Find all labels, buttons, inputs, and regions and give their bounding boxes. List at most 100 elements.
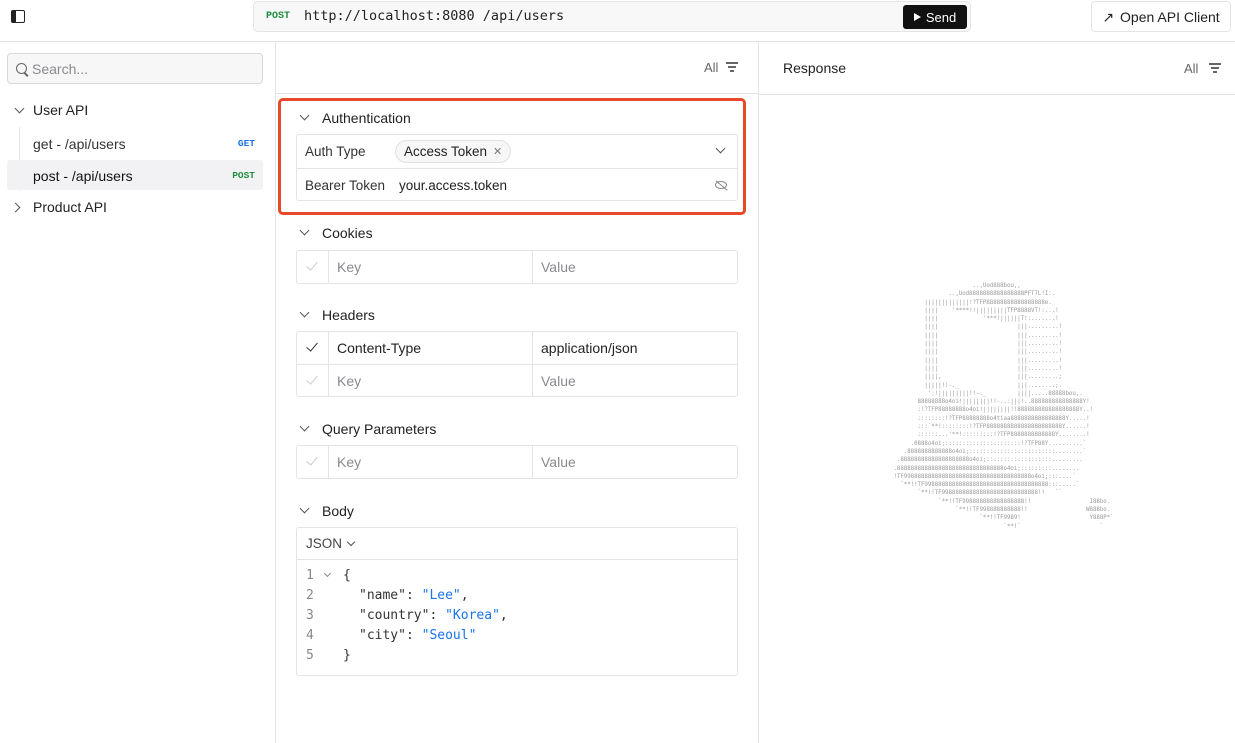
close-icon[interactable]: ✕ [493, 145, 502, 158]
chevron-down-icon [346, 537, 356, 547]
chevron-down-icon [299, 225, 310, 236]
sidebar-item-post-users[interactable]: post - /api/users POST [7, 160, 263, 190]
search-box[interactable] [7, 53, 263, 84]
sidebar-item-label: get - /api/users [33, 136, 126, 152]
bearer-token-input[interactable]: your.access.token [399, 178, 507, 193]
check-icon [306, 339, 318, 352]
row-enable-checkbox[interactable] [297, 251, 329, 283]
row-enable-checkbox[interactable] [297, 446, 329, 478]
sidebar-group-product-api[interactable]: Product API [0, 192, 276, 222]
json-punct: , [499, 608, 508, 623]
section-title: Authentication [322, 110, 411, 126]
json-key: "name" [359, 588, 406, 603]
body-toolbar: JSON [297, 528, 737, 560]
section-title: Query Parameters [322, 421, 437, 437]
key-input[interactable]: Key [337, 373, 361, 389]
response-panel: Response All ..,Uod888bou,, ..,Uod888888… [759, 42, 1235, 743]
json-punct: , [460, 588, 469, 603]
json-string: "Lee" [421, 588, 461, 603]
sidebar-toggle-icon[interactable] [11, 10, 25, 23]
auth-type-value: Access Token [404, 144, 488, 159]
column-divider [532, 365, 533, 396]
code-editor[interactable]: 1 { 2 "name": "Lee", 3 "country": "Korea… [297, 568, 737, 668]
value-input[interactable]: Value [541, 259, 576, 275]
method-badge-post: POST [232, 170, 255, 181]
line-number: 2 [306, 588, 314, 603]
search-icon [16, 63, 27, 74]
authentication-table: Auth Type Access Token ✕ Bearer Token yo… [296, 134, 738, 201]
open-api-client-button[interactable]: ↗ Open API Client [1091, 1, 1231, 32]
response-title: Response [783, 60, 847, 76]
sidebar-group-label: User API [33, 102, 89, 118]
table-row: Content-Type application/json [297, 332, 737, 364]
value-input[interactable]: Value [541, 373, 576, 389]
open-api-client-label: Open API Client [1120, 8, 1220, 25]
request-filter-row: All [276, 42, 759, 94]
sidebar-item-label: post - /api/users [33, 168, 133, 184]
value-input[interactable]: application/json [541, 340, 638, 356]
column-divider [532, 446, 533, 478]
external-arrow-icon: ↗ [1102, 8, 1115, 25]
code-text: "name": "Lee", [359, 588, 469, 603]
response-header: Response All [759, 42, 1235, 95]
code-text: "country": "Korea", [359, 608, 508, 623]
line-number: 4 [306, 628, 314, 643]
send-button[interactable]: Send [903, 5, 967, 29]
request-filter-label[interactable]: All [704, 60, 718, 75]
body-editor[interactable]: JSON 1 { 2 "name": "Lee", 3 "country": "… [296, 527, 738, 676]
check-icon [306, 258, 318, 271]
check-icon [306, 453, 318, 466]
url-input[interactable]: http://localhost:8080 /api/users [304, 8, 564, 24]
key-input[interactable]: Key [337, 454, 361, 470]
table-row: Key Value [297, 251, 737, 283]
code-line: 1 { [297, 568, 737, 588]
sidebar-group-label: Product API [33, 199, 107, 215]
top-bar: POST http://localhost:8080 /api/users Se… [0, 0, 1235, 42]
sidebar-group-user-api[interactable]: User API [0, 95, 276, 125]
section-title: Headers [322, 307, 375, 323]
column-divider [532, 332, 533, 364]
auth-type-chip[interactable]: Access Token ✕ [395, 140, 512, 163]
filter-icon[interactable] [1209, 63, 1221, 73]
search-input[interactable] [32, 59, 252, 79]
request-method[interactable]: POST [266, 11, 290, 22]
filter-icon[interactable] [726, 62, 738, 72]
chevron-down-icon [14, 103, 25, 114]
row-enable-checkbox[interactable] [297, 365, 329, 396]
line-number: 1 [306, 568, 314, 583]
request-panel: All Authentication Auth Type Access Toke… [276, 42, 759, 743]
response-filter-label[interactable]: All [1184, 61, 1198, 76]
auth-type-label: Auth Type [305, 144, 366, 159]
headers-table: Content-Type application/json Key Value [296, 331, 738, 397]
chevron-down-icon [299, 503, 310, 514]
table-row: Key Value [297, 446, 737, 478]
row-enable-checkbox[interactable] [297, 332, 329, 364]
send-button-label: Send [925, 9, 957, 25]
query-parameters-table: Key Value [296, 445, 738, 479]
key-input[interactable]: Key [337, 259, 361, 275]
code-line: 2 "name": "Lee", [297, 588, 737, 608]
key-input[interactable]: Content-Type [337, 340, 421, 356]
chevron-down-icon [299, 421, 310, 432]
chevron-down-icon[interactable] [715, 143, 726, 154]
bearer-token-label: Bearer Token [305, 178, 386, 193]
json-string: "Seoul" [421, 628, 477, 643]
code-line: 3 "country": "Korea", [297, 608, 737, 628]
url-bar[interactable]: POST http://localhost:8080 /api/users Se… [253, 1, 971, 32]
json-string: "Korea" [445, 608, 500, 623]
method-badge-get: GET [237, 138, 255, 149]
code-line: 5 } [297, 648, 737, 668]
eye-off-icon[interactable] [715, 181, 727, 189]
json-key: "city" [359, 628, 406, 643]
chevron-right-icon [10, 202, 21, 213]
cookies-table: Key Value [296, 250, 738, 284]
sidebar-item-get-users[interactable]: get - /api/users GET [19, 128, 263, 158]
auth-type-row[interactable]: Auth Type Access Token ✕ [297, 135, 737, 168]
line-number: 5 [306, 648, 314, 663]
json-key: "country" [359, 608, 430, 623]
value-input[interactable]: Value [541, 454, 576, 470]
body-format-select[interactable]: JSON [306, 536, 356, 551]
section-title: Cookies [322, 225, 373, 241]
line-number: 3 [306, 608, 314, 623]
code-text: "city": "Seoul" [359, 628, 477, 643]
